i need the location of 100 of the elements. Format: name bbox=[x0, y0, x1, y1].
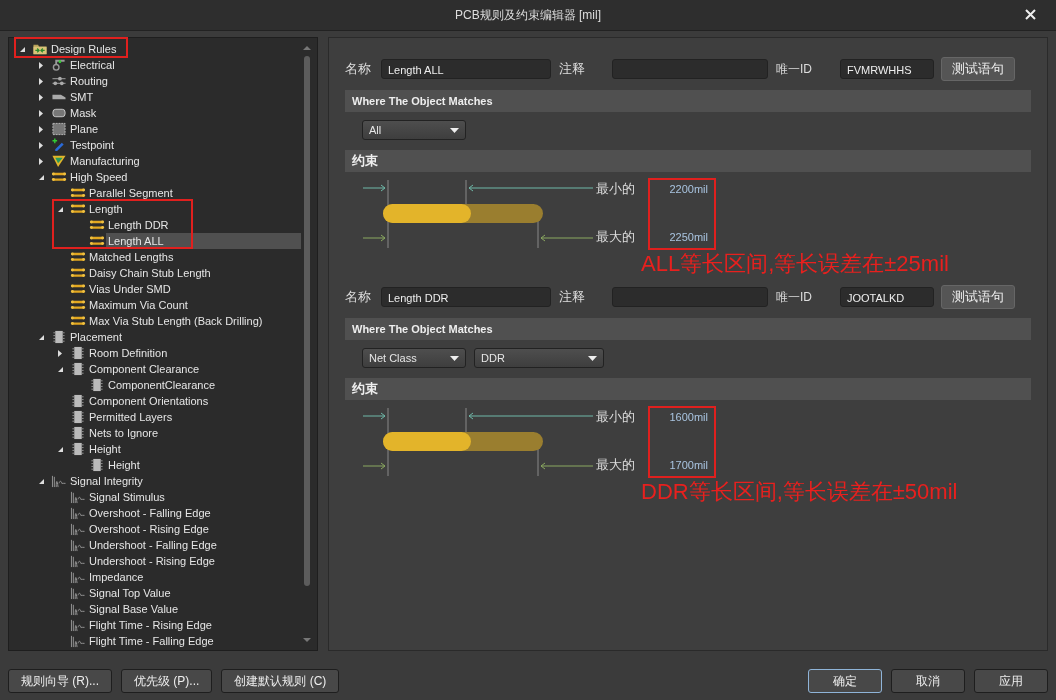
collapse-arrow-icon[interactable] bbox=[38, 173, 45, 181]
annotation-text: DDR等长区间,等长误差在±50mil bbox=[640, 478, 959, 506]
dropdown[interactable]: All bbox=[362, 120, 466, 140]
caret-icon bbox=[450, 127, 459, 133]
id-field[interactable]: JOOTALKD bbox=[840, 287, 934, 307]
tree-item[interactable]: Undershoot - Falling Edge bbox=[55, 537, 219, 553]
tree-item[interactable]: Maximum Via Count bbox=[55, 297, 190, 313]
tree-item[interactable]: Design Rules bbox=[17, 41, 119, 57]
tree-item[interactable]: Parallel Segment bbox=[55, 185, 175, 201]
min-value[interactable]: 1600mil bbox=[669, 411, 708, 423]
dialog-button[interactable]: 取消 bbox=[891, 669, 965, 693]
field-label: 名称 bbox=[345, 288, 371, 306]
tree-item[interactable]: Signal Integrity bbox=[36, 473, 145, 489]
waveform-icon bbox=[70, 554, 86, 568]
tree-item[interactable]: Testpoint bbox=[36, 137, 117, 153]
max-value[interactable]: 1700mil bbox=[669, 459, 708, 471]
collapse-arrow-icon[interactable] bbox=[38, 477, 45, 485]
tree-item[interactable]: SMT bbox=[36, 89, 96, 105]
tree-item[interactable]: Overshoot - Rising Edge bbox=[55, 521, 211, 537]
window-title: PCB规则及约束编辑器 [mil] bbox=[455, 6, 601, 24]
tree-item[interactable]: Height bbox=[74, 457, 142, 473]
footer-button[interactable]: 创建默认规则 (C) bbox=[221, 669, 340, 693]
dropdown[interactable]: Net Class bbox=[362, 348, 466, 368]
folder-icon bbox=[32, 42, 48, 56]
name-field[interactable]: Length DDR bbox=[381, 287, 551, 307]
tree-item[interactable]: Component Orientations bbox=[55, 393, 211, 409]
tree-item[interactable]: Plane bbox=[36, 121, 101, 137]
chip-icon bbox=[70, 346, 86, 360]
footer-button[interactable]: 优先级 (P)... bbox=[121, 669, 213, 693]
expand-arrow-icon[interactable] bbox=[38, 93, 45, 101]
annotation-text: ALL等长区间,等长误差在±25mil bbox=[640, 250, 950, 278]
tree-item[interactable]: Flight Time - Falling Edge bbox=[55, 633, 216, 649]
section-header: 约束 bbox=[345, 378, 1031, 400]
dialog-button[interactable]: 确定 bbox=[808, 669, 882, 693]
field-label: 名称 bbox=[345, 60, 371, 78]
chip-icon bbox=[89, 378, 105, 392]
tree-item[interactable]: Routing bbox=[36, 73, 110, 89]
tree-item[interactable]: ComponentClearance bbox=[74, 377, 217, 393]
expand-arrow-icon[interactable] bbox=[57, 349, 64, 357]
test-query-button[interactable]: 测试语句 bbox=[941, 285, 1015, 309]
collapse-arrow-icon[interactable] bbox=[57, 445, 64, 453]
tree-item[interactable]: Signal Stimulus bbox=[55, 489, 167, 505]
id-field[interactable]: FVMRWHHS bbox=[840, 59, 934, 79]
triangle-icon bbox=[51, 154, 67, 168]
max-label: 最大的 bbox=[596, 456, 636, 474]
expand-arrow-icon[interactable] bbox=[38, 141, 45, 149]
field-label: 唯一ID bbox=[776, 288, 813, 306]
tree-item[interactable]: Manufacturing bbox=[36, 153, 142, 169]
tree-item[interactable]: Component Clearance bbox=[55, 361, 202, 377]
caret-icon bbox=[450, 355, 459, 361]
tree-item[interactable]: Signal Base Value bbox=[55, 601, 181, 617]
expand-arrow-icon[interactable] bbox=[38, 125, 45, 133]
waveform-icon bbox=[70, 618, 86, 632]
tree-item[interactable]: Matched Lengths bbox=[55, 249, 176, 265]
chip-icon bbox=[89, 458, 105, 472]
tree-item[interactable]: High Speed bbox=[36, 169, 130, 185]
parallel-tracks-icon bbox=[89, 218, 105, 232]
tree-item[interactable]: Vias Under SMD bbox=[55, 281, 173, 297]
parallel-tracks-icon bbox=[89, 234, 105, 248]
waveform-icon bbox=[70, 602, 86, 616]
tree-item[interactable]: Max Via Stub Length (Back Drilling) bbox=[55, 313, 265, 329]
tree-item[interactable]: Length DDR bbox=[74, 217, 171, 233]
comment-field[interactable] bbox=[612, 287, 768, 307]
tree-item[interactable]: Impedance bbox=[55, 569, 146, 585]
tree-item[interactable]: Flight Time - Rising Edge bbox=[55, 617, 214, 633]
tree-item[interactable]: Height bbox=[55, 441, 123, 457]
chip-icon bbox=[70, 394, 86, 408]
tree-item[interactable]: Mask bbox=[36, 105, 99, 121]
dialog-button[interactable]: 应用 bbox=[974, 669, 1048, 693]
waveform-icon bbox=[70, 538, 86, 552]
expand-arrow-icon[interactable] bbox=[38, 109, 45, 117]
max-value[interactable]: 2250mil bbox=[669, 231, 708, 243]
tree-item[interactable]: Placement bbox=[36, 329, 124, 345]
tree-item[interactable]: Electrical bbox=[36, 57, 117, 73]
tree-item[interactable]: Overshoot - Falling Edge bbox=[55, 505, 213, 521]
footer-button[interactable]: 规则向导 (R)... bbox=[8, 669, 112, 693]
name-field[interactable]: Length ALL bbox=[381, 59, 551, 79]
parallel-tracks-icon bbox=[51, 170, 67, 184]
dropdown[interactable]: DDR bbox=[474, 348, 604, 368]
collapse-arrow-icon[interactable] bbox=[19, 45, 26, 53]
tree-item[interactable]: Undershoot - Rising Edge bbox=[55, 553, 217, 569]
tree-item[interactable]: Room Definition bbox=[55, 345, 170, 361]
max-label: 最大的 bbox=[596, 228, 636, 246]
parallel-tracks-icon bbox=[70, 202, 86, 216]
collapse-arrow-icon[interactable] bbox=[38, 333, 45, 341]
expand-arrow-icon[interactable] bbox=[38, 77, 45, 85]
tree-item[interactable]: Length bbox=[55, 201, 125, 217]
tree-item[interactable]: Permitted Layers bbox=[55, 409, 175, 425]
parallel-tracks-icon bbox=[70, 298, 86, 312]
close-icon[interactable] bbox=[1025, 9, 1036, 20]
expand-arrow-icon[interactable] bbox=[38, 61, 45, 69]
collapse-arrow-icon[interactable] bbox=[57, 205, 64, 213]
min-value[interactable]: 2200mil bbox=[669, 183, 708, 195]
expand-arrow-icon[interactable] bbox=[38, 157, 45, 165]
comment-field[interactable] bbox=[612, 59, 768, 79]
test-query-button[interactable]: 测试语句 bbox=[941, 57, 1015, 81]
tree-item[interactable]: Signal Top Value bbox=[55, 585, 173, 601]
tree-item[interactable]: Daisy Chain Stub Length bbox=[55, 265, 213, 281]
tree-item[interactable]: Nets to Ignore bbox=[55, 425, 161, 441]
collapse-arrow-icon[interactable] bbox=[57, 365, 64, 373]
